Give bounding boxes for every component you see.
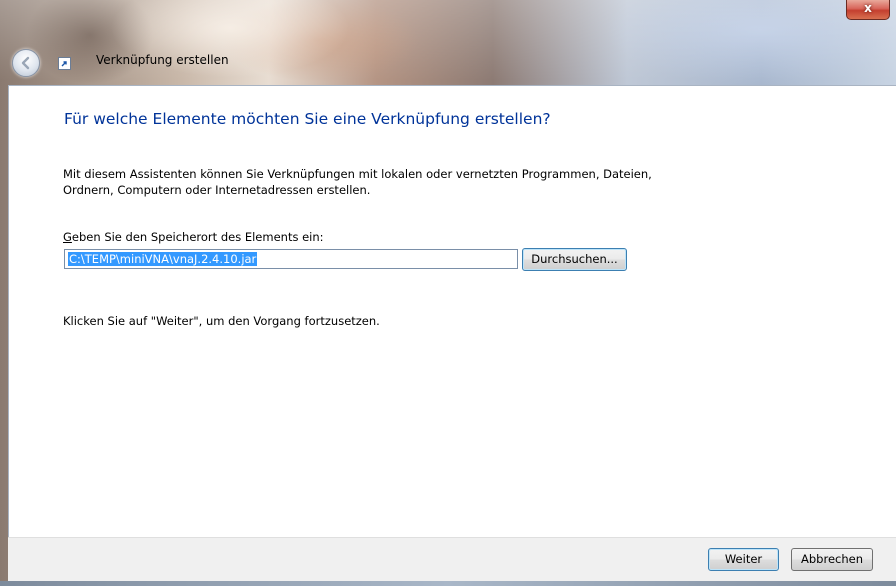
next-button[interactable]: Weiter	[708, 548, 779, 571]
continue-hint: Klicken Sie auf "Weiter", um den Vorgang…	[63, 314, 380, 328]
button-bar: Weiter Abbrechen	[8, 537, 896, 582]
window-bottom-border	[0, 581, 896, 586]
location-label-text: eben Sie den Speicherort des Elements ei…	[71, 230, 324, 244]
description-line-1: Mit diesem Assistenten können Sie Verknü…	[63, 167, 652, 181]
browse-button[interactable]: Durchsuchen...	[522, 248, 627, 271]
close-button[interactable]: x	[846, 0, 890, 20]
location-label-accelerator: G	[63, 230, 72, 244]
window-title: Verknüpfung erstellen	[96, 53, 229, 67]
wizard-page: Für welche Elemente möchten Sie eine Ver…	[8, 85, 896, 566]
location-input[interactable]: C:\TEMP\miniVNA\vnaJ.2.4.10.jar	[64, 249, 518, 269]
description-line-2: Ordnern, Computern oder Internetadressen…	[63, 183, 371, 197]
close-icon: x	[864, 1, 872, 15]
back-button[interactable]	[12, 49, 40, 77]
back-arrow-icon	[21, 56, 30, 70]
shortcut-icon	[58, 57, 71, 70]
cancel-button[interactable]: Abbrechen	[791, 548, 873, 571]
description: Mit diesem Assistenten können Sie Verknü…	[63, 166, 703, 198]
page-heading: Für welche Elemente möchten Sie eine Ver…	[64, 110, 551, 128]
location-label: Geben Sie den Speicherort des Elements e…	[63, 230, 324, 244]
location-input-value: C:\TEMP\miniVNA\vnaJ.2.4.10.jar	[68, 252, 258, 266]
